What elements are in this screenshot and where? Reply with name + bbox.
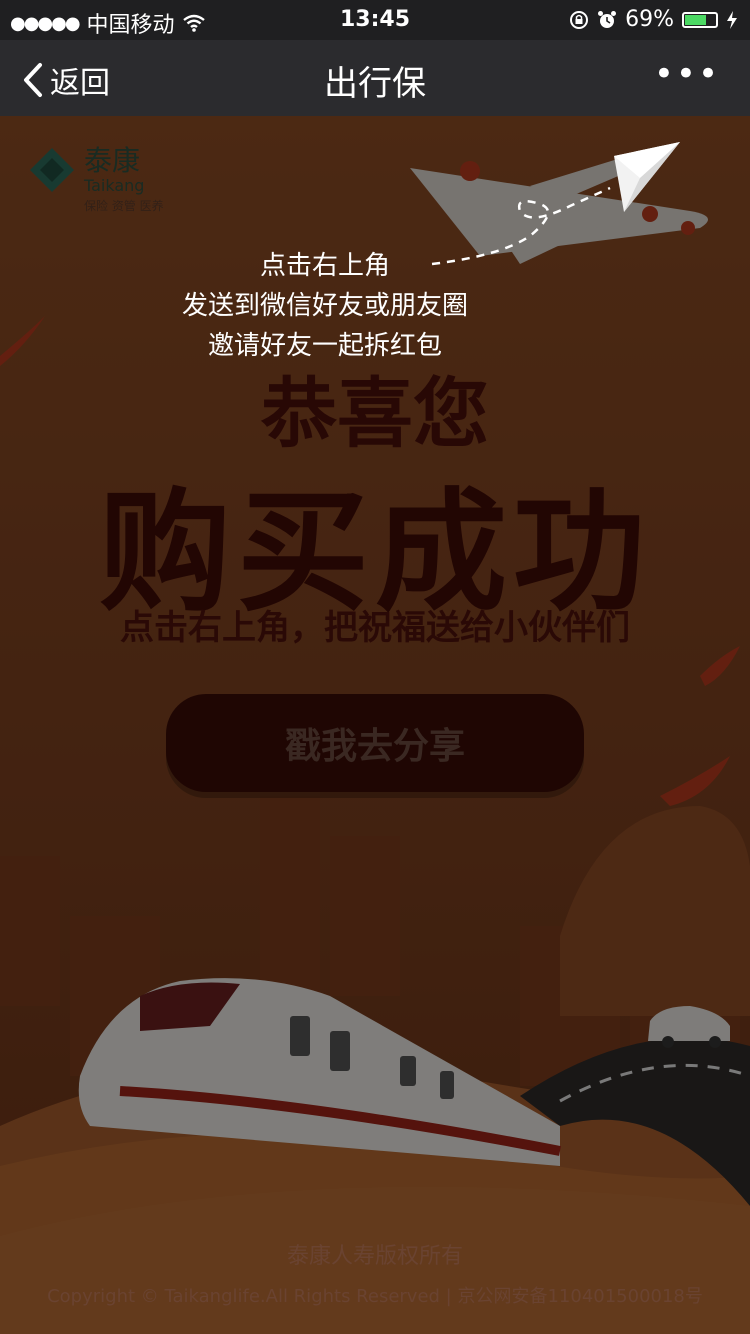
status-right: 69% (569, 7, 738, 32)
battery-icon (682, 11, 718, 28)
hint-line-1: 点击右上角 (259, 251, 390, 281)
hint-line-2: 发送到微信好友或朋友圈 (181, 291, 468, 321)
more-dots-icon: ••• (653, 54, 720, 94)
footer-copyright-en: Copyright © Taikanglife.All Rights Reser… (47, 1286, 703, 1307)
rotation-lock-icon (570, 10, 589, 29)
more-button[interactable]: ••• (654, 54, 720, 94)
alarm-icon (598, 10, 617, 28)
nav-bar: 返回 出行保 ••• (0, 40, 750, 116)
page-title: 出行保 (324, 64, 426, 104)
status-bar: ●●●●● 中国移动 13:45 69% (0, 0, 750, 40)
battery-percent: 69% (625, 7, 674, 32)
share-hint: 点击右上角 发送到微信好友或朋友圈 邀请好友一起拆红包 (120, 246, 530, 366)
battery-fill (685, 14, 706, 25)
charging-bolt-icon (727, 10, 737, 29)
hint-line-3: 邀请好友一起拆红包 (207, 331, 442, 361)
main-content: 泰康 Taikang 保险 资管 医养 恭喜您 购买成功 点击右上角，把祝福送给… (0, 116, 750, 1334)
footer-copyright-cn: 泰康人寿版权所有 (286, 1244, 463, 1269)
paper-plane-icon (614, 142, 680, 212)
